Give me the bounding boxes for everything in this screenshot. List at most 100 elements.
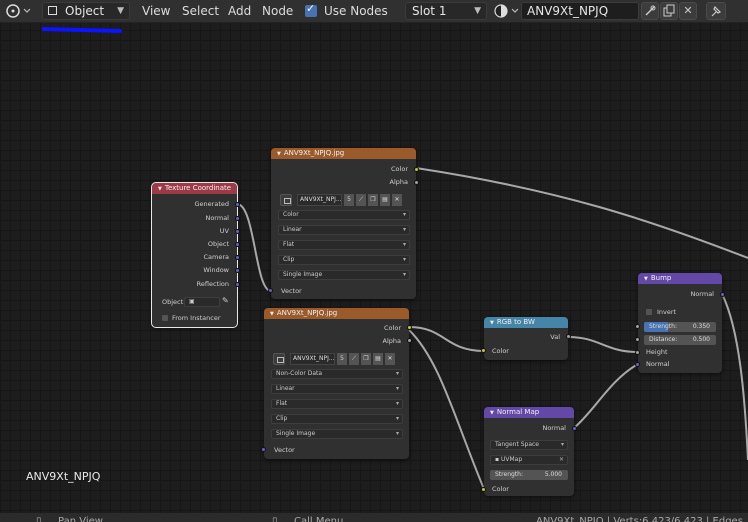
socket-val[interactable] [566, 334, 571, 339]
image-thumbnail-icon[interactable] [273, 353, 285, 365]
projection-dropdown[interactable]: Flat ▾ [278, 240, 410, 250]
close-icon[interactable]: ✕ [385, 353, 395, 365]
socket-color[interactable] [414, 167, 419, 172]
output-object: Object [207, 240, 229, 248]
fake-user-icon[interactable]: ⟋ [349, 353, 359, 365]
socket-uv[interactable] [235, 229, 240, 234]
use-nodes-checkbox[interactable] [305, 2, 317, 17]
socket-strength[interactable] [635, 324, 640, 329]
node-title: RGB to BW [496, 318, 535, 326]
menu-node[interactable]: Node [262, 2, 293, 20]
chevron-down-icon: ▼ [474, 6, 481, 16]
node-image-texture-2[interactable]: ▼ ANV9Xt_NPJQ.jpg Color Alpha ANV9Xt_NPJ.… [261, 308, 412, 459]
output-uv: UV [219, 227, 229, 235]
image-thumbnail-icon[interactable] [280, 194, 292, 206]
use-nodes-label[interactable]: Use Nodes [324, 2, 388, 20]
image-name-field[interactable]: ANV9Xt_NPJ... [290, 353, 335, 365]
from-instancer-checkbox[interactable] [162, 315, 168, 321]
strength-field[interactable]: Strength: 0.350 [644, 322, 716, 332]
output-normal: Normal [690, 290, 714, 298]
output-reflection: Reflection [196, 280, 229, 288]
socket-reflection[interactable] [235, 282, 240, 287]
slot-label: Slot 1 [412, 4, 447, 18]
socket-normal-out[interactable] [572, 426, 577, 431]
socket-vector[interactable] [268, 288, 273, 293]
object-cube-icon [48, 6, 57, 15]
fake-user-icon[interactable]: ⟋ [356, 194, 366, 206]
source-dropdown[interactable]: Single Image ▾ [278, 270, 410, 280]
socket-vector[interactable] [261, 447, 266, 452]
socket-normal-in[interactable] [635, 362, 640, 367]
source-dropdown[interactable]: Single Image ▾ [271, 429, 403, 439]
projection-dropdown[interactable]: Flat ▾ [271, 399, 403, 409]
mouse-icon: ▯ [272, 516, 278, 522]
color-space-dropdown[interactable]: Color ▾ [278, 210, 410, 220]
duplicate-icon[interactable] [660, 2, 678, 20]
fake-user-icon[interactable] [641, 2, 659, 20]
material-name-field[interactable]: ANV9Xt_NPJQ [521, 2, 639, 20]
object-picker[interactable]: ▣ [184, 297, 220, 307]
socket-window[interactable] [235, 268, 240, 273]
node-title: Bump [650, 274, 672, 282]
socket-camera[interactable] [235, 255, 240, 260]
from-instancer-label: From Instancer [172, 314, 221, 322]
status-call-menu: Call Menu [294, 516, 344, 522]
color-space-dropdown[interactable]: Non-Color Data ▾ [271, 369, 403, 379]
input-vector: Vector [281, 287, 302, 295]
extension-dropdown[interactable]: Clip ▾ [271, 414, 403, 424]
socket-color-in[interactable] [481, 348, 486, 353]
object-mode-dropdown[interactable]: Object ▼ [42, 2, 130, 20]
socket-color[interactable] [407, 325, 412, 330]
image-name-field[interactable]: ANV9Xt_NPJ... [297, 194, 342, 206]
node-texture-coordinate[interactable]: ▼ Texture Coordinate Generated Normal UV … [151, 182, 240, 328]
slot-dropdown[interactable]: Slot 1 ▼ [405, 2, 487, 20]
socket-color-in[interactable] [481, 487, 486, 492]
duplicate-icon[interactable]: ❐ [368, 194, 378, 206]
socket-object[interactable] [235, 242, 240, 247]
socket-normal-out[interactable] [720, 292, 725, 297]
socket-alpha[interactable] [407, 338, 412, 343]
node-normal-map[interactable]: ▼ Normal Map Normal Tangent Space ▾ ▪ UVMa… [481, 407, 577, 496]
image-selector[interactable]: ANV9Xt_NPJ... 5 ⟋ ❐ ▤ ✕ [273, 353, 403, 365]
socket-height[interactable] [635, 350, 640, 355]
close-icon[interactable]: ✕ [679, 2, 697, 20]
socket-alpha[interactable] [414, 180, 419, 185]
output-color: Color [391, 165, 408, 173]
close-icon[interactable]: ✕ [392, 194, 402, 206]
open-file-icon[interactable]: ▤ [380, 194, 390, 206]
socket-generated[interactable] [235, 202, 240, 207]
strength-field[interactable]: Strength: 5.000 [490, 470, 568, 480]
invert-checkbox[interactable] [646, 309, 652, 315]
extension-dropdown[interactable]: Clip ▾ [278, 255, 410, 265]
node-image-texture-1[interactable]: ▼ ANV9Xt_NPJQ.jpg Color Alpha ANV9Xt_NPJ.… [268, 148, 419, 299]
node-bump[interactable]: ▼ Bump Normal Invert Strength: 0.350 Dista… [635, 273, 725, 373]
material-sphere-icon[interactable] [492, 2, 520, 20]
socket-distance[interactable] [635, 337, 640, 342]
menu-view[interactable]: View [142, 2, 170, 20]
output-val: Val [550, 333, 560, 341]
duplicate-icon[interactable]: ❐ [361, 353, 371, 365]
close-icon[interactable]: ✕ [559, 456, 564, 464]
node-rgb-to-bw[interactable]: ▼ RGB to BW Val Color [481, 317, 571, 360]
eyedropper-icon[interactable]: ✎ [222, 296, 229, 305]
image-selector[interactable]: ANV9Xt_NPJ... 5 ⟋ ❐ ▤ ✕ [280, 194, 410, 206]
socket-normal[interactable] [235, 216, 240, 221]
node-editor-icon[interactable] [4, 2, 32, 20]
node-title: Normal Map [496, 408, 540, 416]
interpolation-dropdown[interactable]: Linear ▾ [271, 384, 403, 394]
interpolation-dropdown[interactable]: Linear ▾ [278, 225, 410, 235]
open-file-icon[interactable]: ▤ [373, 353, 383, 365]
pin-icon[interactable] [706, 2, 726, 20]
node-title: Texture Coordinate [164, 184, 232, 192]
distance-field[interactable]: Distance: 0.500 [644, 335, 716, 345]
menu-select[interactable]: Select [182, 2, 219, 20]
editor-header: Object ▼ View Select Add Node Use Nodes … [0, 0, 748, 23]
space-dropdown[interactable]: Tangent Space ▾ [490, 440, 568, 450]
uvmap-field[interactable]: ▪ UVMap ✕ [490, 455, 568, 465]
material-name-text: ANV9Xt_NPJQ [527, 4, 609, 18]
output-alpha: Alpha [389, 178, 408, 186]
menu-add[interactable]: Add [228, 2, 251, 20]
output-alpha: Alpha [382, 337, 401, 345]
annotation-stroke [42, 27, 122, 33]
image-users-count: 5 [337, 353, 347, 365]
